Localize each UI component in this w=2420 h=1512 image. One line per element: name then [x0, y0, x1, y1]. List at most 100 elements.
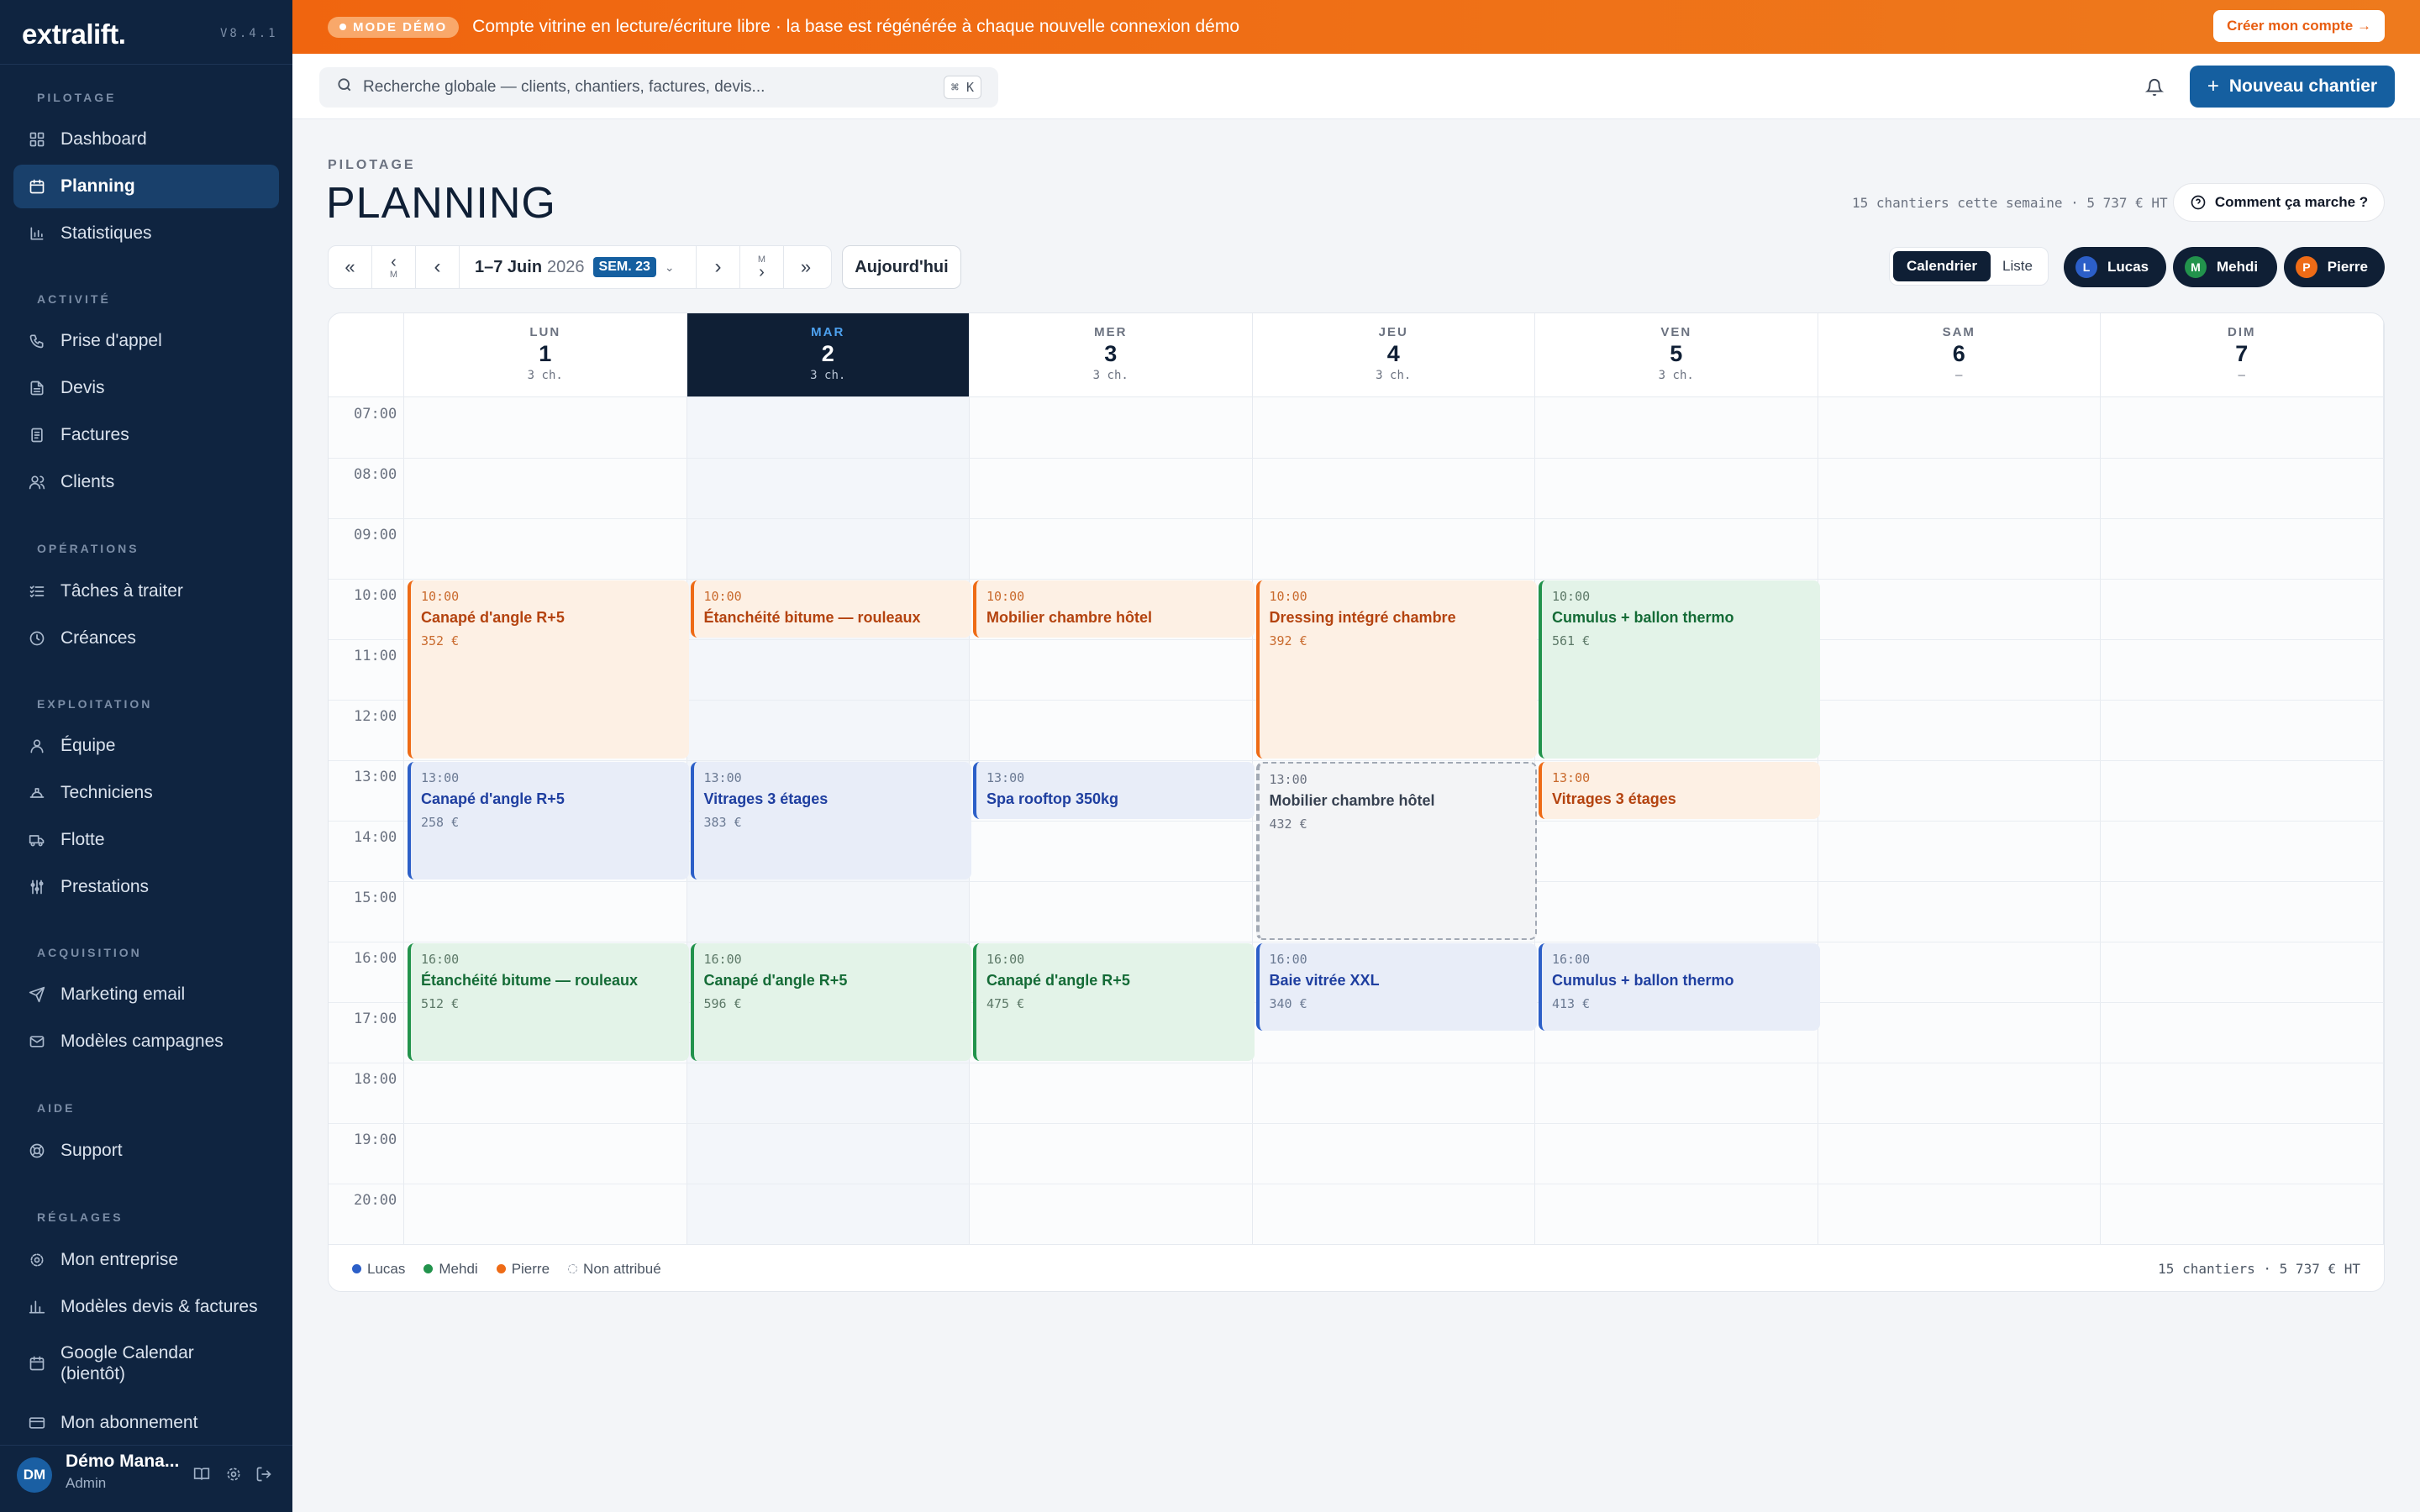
event-price: 432 €: [1269, 816, 1307, 832]
sidebar-item[interactable]: Statistiques: [13, 212, 279, 255]
logout-icon[interactable]: [254, 1464, 274, 1484]
sidebar-item[interactable]: Équipe: [13, 724, 279, 768]
sidebar-item[interactable]: Devis: [13, 366, 279, 410]
event-time: 16:00: [1552, 952, 1591, 967]
chantier-event[interactable]: 13:00 Vitrages 3 étages: [1539, 762, 1820, 819]
team-icon: [27, 736, 47, 756]
view-list-tab[interactable]: Liste: [1991, 251, 2044, 281]
chantier-event[interactable]: 16:00 Étanchéité bitume — rouleaux 512 €: [408, 943, 689, 1061]
gear-icon[interactable]: [224, 1464, 244, 1484]
chantier-event[interactable]: 10:00 Dressing intégré chambre 392 €: [1255, 580, 1537, 759]
prev-week-button[interactable]: ‹: [416, 246, 460, 288]
last-week-button[interactable]: »: [784, 246, 828, 288]
sidebar-section-title: ACTIVITÉ: [37, 292, 111, 306]
first-week-button[interactable]: «: [329, 246, 372, 288]
day-header[interactable]: SAM 6 —: [1818, 313, 2101, 397]
hour-label: 07:00: [354, 406, 397, 423]
week-range[interactable]: 1–7 Juin 2026 SEM. 23 ⌄: [460, 246, 697, 288]
chantier-event[interactable]: 16:00 Baie vitrée XXL 340 €: [1255, 943, 1537, 1031]
tech-filter-chip[interactable]: M Mehdi: [2173, 247, 2277, 287]
tech-initial-badge: M: [2185, 256, 2207, 278]
invoice-icon: [27, 425, 47, 445]
chantier-event[interactable]: 16:00 Canapé d'angle R+5 596 €: [690, 943, 971, 1061]
sidebar-item[interactable]: Support: [13, 1129, 279, 1173]
today-button[interactable]: Aujourd'hui: [842, 245, 961, 289]
chantier-event[interactable]: 13:00 Vitrages 3 étages 383 €: [690, 762, 971, 879]
day-header[interactable]: LUN 1 3 ch.: [404, 313, 687, 397]
chantier-event[interactable]: 16:00 Canapé d'angle R+5 475 €: [973, 943, 1255, 1061]
legend-item: Pierre: [496, 1261, 550, 1278]
tech-filter-chip[interactable]: P Pierre: [2284, 247, 2385, 287]
bell-icon[interactable]: [2141, 74, 2168, 101]
sidebar-item[interactable]: Prestations: [13, 865, 279, 909]
sidebar-item[interactable]: Marketing email: [13, 973, 279, 1016]
chantier-event[interactable]: 10:00 Cumulus + ballon thermo 561 €: [1539, 580, 1820, 759]
day-header[interactable]: MER 3 3 ch.: [970, 313, 1253, 397]
sidebar-item[interactable]: Mon entreprise: [13, 1238, 279, 1282]
prev-month-button[interactable]: ‹ M: [372, 246, 416, 288]
event-price: 561 €: [1552, 633, 1591, 648]
sidebar-item[interactable]: Modèles campagnes: [13, 1020, 279, 1063]
event-title: Cumulus + ballon thermo: [1552, 972, 1734, 989]
chantier-event[interactable]: 13:00 Spa rooftop 350kg: [973, 762, 1255, 819]
app-version: V8.4.1: [220, 27, 278, 40]
help-button[interactable]: Comment ça marche ?: [2173, 183, 2385, 222]
event-title: Canapé d'angle R+5: [421, 609, 565, 626]
app-logo[interactable]: extralift.: [22, 18, 126, 50]
range-label: 1–7 Juin: [475, 257, 543, 276]
sidebar-item-label: Mon abonnement: [60, 1413, 198, 1432]
tech-filter-chip[interactable]: L Lucas: [2064, 247, 2166, 287]
sidebar-item[interactable]: Factures: [13, 413, 279, 457]
chantier-event[interactable]: 10:00 Étanchéité bitume — rouleaux: [690, 580, 971, 638]
day-name: MER: [1094, 325, 1128, 339]
range-year: 2026: [547, 257, 585, 276]
sidebar-item-label: Factures: [60, 425, 129, 444]
event-time: 16:00: [421, 952, 460, 967]
sidebar-item[interactable]: Créances: [13, 617, 279, 660]
next-week-button[interactable]: ›: [697, 246, 740, 288]
avatar[interactable]: DM: [17, 1457, 52, 1493]
sidebar-item[interactable]: Modèles devis & factures: [13, 1285, 279, 1329]
sidebar-item[interactable]: Techniciens: [13, 771, 279, 815]
next-month-button[interactable]: M ›: [740, 246, 784, 288]
day-count: 3 ch.: [1376, 369, 1412, 382]
create-account-button[interactable]: Créer mon compte →: [2213, 10, 2385, 42]
sidebar-item-label: Modèles campagnes: [60, 1032, 224, 1051]
legend-dot-icon: [352, 1264, 361, 1273]
legend-total: 15 chantiers · 5 737 € HT: [2158, 1261, 2360, 1277]
event-time: 13:00: [1552, 770, 1591, 785]
sidebar-item[interactable]: Planning: [13, 165, 279, 208]
chantier-event[interactable]: 10:00 Mobilier chambre hôtel: [973, 580, 1255, 638]
event-time: 13:00: [421, 770, 460, 785]
sidebar-item[interactable]: Flotte: [13, 818, 279, 862]
chantier-event[interactable]: 13:00 Mobilier chambre hôtel 432 €: [1255, 762, 1537, 940]
sidebar-item[interactable]: Dashboard: [13, 118, 279, 161]
chantier-event[interactable]: 16:00 Cumulus + ballon thermo 413 €: [1539, 943, 1820, 1031]
new-chantier-button[interactable]: + Nouveau chantier: [2190, 66, 2395, 108]
sidebar-item[interactable]: Mon abonnement: [13, 1401, 279, 1445]
book-icon[interactable]: [192, 1464, 212, 1484]
hour-label: 08:00: [354, 466, 397, 483]
chantier-event[interactable]: 13:00 Canapé d'angle R+5 258 €: [408, 762, 689, 879]
chantier-event[interactable]: 10:00 Canapé d'angle R+5 352 €: [408, 580, 689, 759]
sidebar-item[interactable]: Google Calendar (bientôt): [13, 1336, 279, 1391]
global-search[interactable]: ⌘ K: [319, 67, 998, 108]
day-header[interactable]: MAR 2 3 ch.: [687, 313, 970, 397]
legend-label: Lucas: [367, 1260, 406, 1277]
sidebar-item[interactable]: Tâches à traiter: [13, 570, 279, 613]
day-header[interactable]: VEN 5 3 ch.: [1535, 313, 1818, 397]
document-icon: [27, 378, 47, 398]
search-input[interactable]: [363, 78, 901, 97]
double-chevron-right-icon: »: [800, 256, 812, 277]
sidebar-item[interactable]: Clients: [13, 460, 279, 504]
sidebar-item-label: Planning: [60, 176, 135, 196]
view-calendar-tab[interactable]: Calendrier: [1893, 251, 1991, 281]
day-header[interactable]: JEU 4 3 ch.: [1252, 313, 1535, 397]
hour-label: 15:00: [354, 890, 397, 906]
month-label: M: [389, 270, 398, 280]
template-icon: [27, 1297, 47, 1317]
lifebuoy-icon: [27, 1141, 47, 1161]
sidebar-item[interactable]: Prise d'appel: [13, 319, 279, 363]
day-date: 4: [1386, 341, 1400, 366]
day-header[interactable]: DIM 7 —: [2101, 313, 2384, 397]
